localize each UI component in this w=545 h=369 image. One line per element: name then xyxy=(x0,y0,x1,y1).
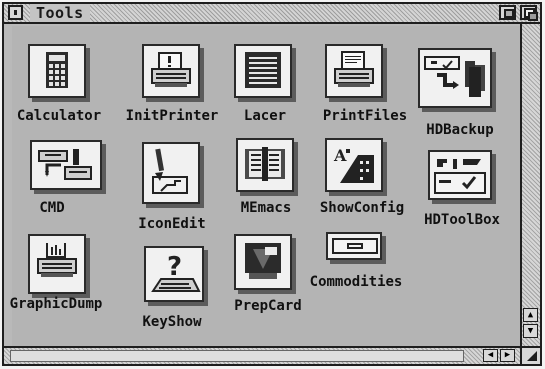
icon-label: PrintFiles xyxy=(322,108,408,124)
icon-label: GraphicDump xyxy=(9,296,103,312)
icon-label: IconEdit xyxy=(138,216,206,232)
scroll-up-arrow-icon[interactable]: ▲ xyxy=(523,308,538,322)
svg-text:?: ? xyxy=(167,252,182,282)
icon-label: KeyShow xyxy=(142,314,202,330)
icon-label: Calculator xyxy=(16,108,102,124)
disk-backup-icon[interactable] xyxy=(418,48,492,108)
scroll-right-arrow-icon[interactable]: ▶ xyxy=(500,349,515,362)
chip-config-icon[interactable]: A xyxy=(325,138,383,192)
book-editor-icon[interactable] xyxy=(236,138,294,192)
scroll-down-arrow-icon[interactable]: ▼ xyxy=(523,324,538,338)
printer-paper-icon[interactable] xyxy=(325,44,383,98)
resize-gadget-icon[interactable] xyxy=(520,346,540,364)
icon-label: ShowConfig xyxy=(319,200,405,216)
pencil-drawing-icon[interactable] xyxy=(142,142,200,204)
icon-label: MEmacs xyxy=(240,200,292,216)
horizontal-scrollbar[interactable]: ◀ ▶ xyxy=(4,346,520,364)
drawer-contents: Calculator InitPrinter Lacer PrintFiles … xyxy=(9,26,521,348)
vertical-scrollbar[interactable]: ▲ ▼ xyxy=(520,24,540,348)
tools-window: Tools Calculator InitPrinter Lacer Print… xyxy=(2,2,542,366)
icon-label: Lacer xyxy=(243,108,287,124)
icon-label: HDToolBox xyxy=(424,212,500,228)
icon-label: PrepCard xyxy=(234,298,302,314)
zoom-gadget-icon[interactable] xyxy=(499,5,516,20)
icon-label: Commodities xyxy=(309,274,403,290)
close-gadget-icon[interactable] xyxy=(8,5,23,20)
redirect-printer-icon[interactable] xyxy=(30,140,102,190)
depth-gadget-icon[interactable] xyxy=(520,5,538,21)
horizontal-scroll-knob[interactable] xyxy=(10,350,464,362)
card-icon[interactable] xyxy=(234,234,292,290)
title-bar[interactable]: Tools xyxy=(4,4,540,24)
icon-label: HDBackup xyxy=(426,122,494,138)
monitor-lines-icon[interactable] xyxy=(234,44,292,98)
drive-tools-icon[interactable] xyxy=(428,150,492,200)
icon-label: InitPrinter xyxy=(125,108,219,124)
printer-icon[interactable] xyxy=(142,44,200,98)
graphic-print-icon[interactable] xyxy=(28,234,86,294)
icon-label: CMD xyxy=(39,200,65,216)
calculator-icon[interactable] xyxy=(28,44,86,98)
drawer-icon[interactable] xyxy=(326,232,382,260)
svg-text:A: A xyxy=(333,146,347,165)
window-title: Tools xyxy=(30,4,90,22)
keyboard-question-icon[interactable]: ? xyxy=(144,246,204,302)
scroll-left-arrow-icon[interactable]: ◀ xyxy=(483,349,498,362)
